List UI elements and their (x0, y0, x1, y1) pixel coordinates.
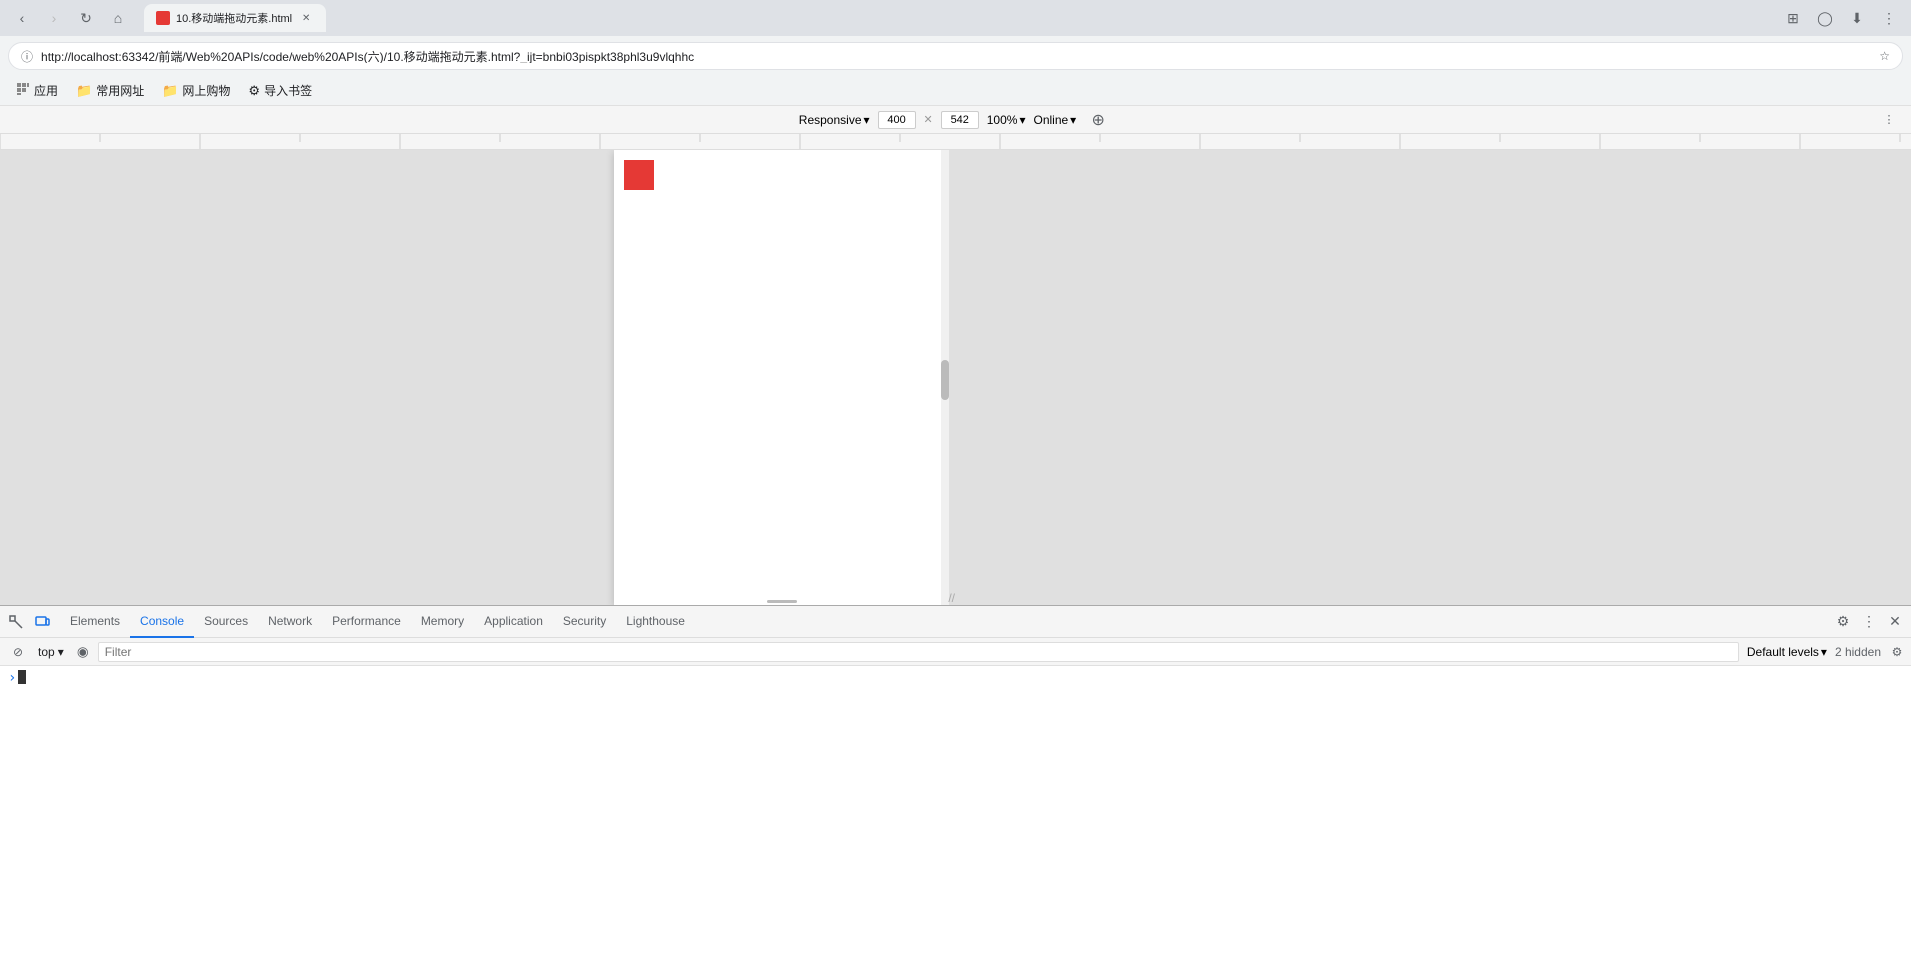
console-settings-icon[interactable]: ⚙ (1889, 644, 1905, 660)
tab-bar-right-icons: ⊞ ◯ ⬇ ⋮ (1779, 4, 1903, 32)
browser-tab[interactable]: 10.移动端拖动元素.html ✕ (144, 4, 326, 32)
devtools-tab-network[interactable]: Network (258, 606, 322, 638)
tab-bar: ‹ › ↻ ⌂ 10.移动端拖动元素.html ✕ ⊞ ◯ ⬇ ⋮ (0, 0, 1911, 36)
download-button[interactable]: ⬇ (1843, 4, 1871, 32)
height-input[interactable] (941, 111, 979, 129)
devtools-right-icons: ⚙ ⋮ ✕ (1831, 610, 1907, 634)
console-body[interactable]: › (0, 666, 1911, 961)
apps-label: 应用 (34, 82, 58, 99)
address-bar[interactable]: ⓘ ☆ (8, 42, 1903, 70)
online-arrow: ▾ (1070, 113, 1076, 127)
scrollbar-thumb[interactable] (941, 360, 949, 400)
responsive-dropdown[interactable]: Responsive ▾ (799, 113, 870, 127)
zoom-arrow: ▾ (1019, 113, 1025, 127)
frame-vertical-scrollbar[interactable] (941, 150, 949, 605)
tab-favicon (156, 11, 170, 25)
devtools-tab-application[interactable]: Application (474, 606, 553, 638)
devtools-tab-sources[interactable]: Sources (194, 606, 258, 638)
responsive-dropdown-arrow: ▾ (864, 113, 870, 127)
folder-icon-2: 📁 (162, 83, 178, 99)
tab-close-button[interactable]: ✕ (298, 10, 314, 26)
online-label: Online (1033, 113, 1068, 127)
home-button[interactable]: ⌂ (104, 4, 132, 32)
bookmark-icon: ☆ (1879, 49, 1890, 63)
devtools-tab-console[interactable]: Console (130, 606, 194, 638)
online-dropdown[interactable]: Online ▾ (1033, 113, 1076, 127)
mobile-viewport-frame (614, 150, 949, 605)
nav-buttons: ‹ › ↻ ⌂ (8, 4, 132, 32)
console-no-entry-icon[interactable]: ⊘ (6, 640, 30, 664)
useful-sites-label: 常用网址 (96, 82, 144, 99)
hidden-count-label: 2 hidden (1835, 645, 1881, 659)
console-cursor (18, 670, 26, 684)
devtools-tab-performance[interactable]: Performance (322, 606, 411, 638)
address-bar-row: ⓘ ☆ (0, 36, 1911, 76)
responsive-label: Responsive (799, 113, 862, 127)
default-levels-arrow: ▾ (1821, 645, 1827, 659)
devtools-responsive-bar: Responsive ▾ ✕ 100% ▾ Online ▾ ⊕ ⋮ (0, 106, 1911, 134)
devtools-tabs: ElementsConsoleSourcesNetworkPerformance… (60, 606, 695, 638)
folder-icon-1: 📁 (76, 83, 92, 99)
bookmark-shopping[interactable]: 📁 网上购物 (154, 78, 238, 103)
dimension-separator: ✕ (924, 113, 933, 126)
device-toggle-button[interactable] (30, 610, 54, 634)
context-arrow: ▾ (58, 645, 64, 659)
devtools-left-icons (4, 610, 54, 634)
resize-corner-icon[interactable]: // (948, 591, 955, 605)
default-levels-dropdown[interactable]: Default levels ▾ (1743, 643, 1831, 661)
bookmark-import[interactable]: ⚙ 导入书签 (240, 78, 320, 103)
devtools-panel: ElementsConsoleSourcesNetworkPerformance… (0, 605, 1911, 961)
width-input[interactable] (878, 111, 916, 129)
preview-area: // (0, 150, 1911, 605)
bookmarks-bar: ​ 应用 📁 常用网址 📁 网上购物 ⚙ 导入书签 (0, 76, 1911, 106)
console-toolbar: ⊘ top ▾ ◉ Default levels ▾ 2 hidden ⚙ (0, 638, 1911, 666)
import-label: 导入书签 (264, 82, 312, 99)
bookmark-useful-sites[interactable]: 📁 常用网址 (68, 78, 152, 103)
shopping-label: 网上购物 (182, 82, 230, 99)
zoom-dropdown[interactable]: 100% ▾ (987, 113, 1026, 127)
console-eye-button[interactable]: ◉ (72, 641, 94, 663)
context-selector[interactable]: top ▾ (34, 643, 68, 661)
devtools-more-button[interactable]: ⋮ (1857, 610, 1881, 634)
secure-icon: ⓘ (21, 48, 33, 65)
url-input[interactable] (41, 49, 1871, 63)
red-draggable-square[interactable] (624, 160, 654, 190)
devtools-settings-button[interactable]: ⚙ (1831, 610, 1855, 634)
browser-window: ‹ › ↻ ⌂ 10.移动端拖动元素.html ✕ ⊞ ◯ ⬇ ⋮ ⓘ ☆ ​ (0, 0, 1911, 961)
devtools-tab-security[interactable]: Security (553, 606, 616, 638)
devtools-tab-bar: ElementsConsoleSourcesNetworkPerformance… (0, 606, 1911, 638)
ruler-svg (0, 134, 1911, 149)
inspect-element-button[interactable] (4, 610, 28, 634)
zoom-label: 100% (987, 113, 1018, 127)
profile-button[interactable]: ◯ (1811, 4, 1839, 32)
resize-handle-grip (767, 600, 797, 603)
responsive-more-options[interactable]: ⊕ (1084, 106, 1112, 134)
tab-title: 10.移动端拖动元素.html (176, 10, 292, 26)
apps-icon: ​ (16, 82, 30, 99)
back-button[interactable]: ‹ (8, 4, 36, 32)
devtools-tab-lighthouse[interactable]: Lighthouse (616, 606, 695, 638)
responsive-right-icons: ⋮ (1875, 106, 1903, 134)
devtools-tab-memory[interactable]: Memory (411, 606, 474, 638)
extensions-button[interactable]: ⊞ (1779, 4, 1807, 32)
ruler (0, 134, 1911, 150)
default-levels-label: Default levels (1747, 645, 1819, 659)
frame-resize-handle[interactable] (614, 597, 949, 605)
forward-button[interactable]: › (40, 4, 68, 32)
menu-button[interactable]: ⋮ (1875, 4, 1903, 32)
devtools-tab-elements[interactable]: Elements (60, 606, 130, 638)
gear-icon: ⚙ (248, 83, 260, 99)
context-label: top (38, 645, 55, 659)
responsive-settings-button[interactable]: ⋮ (1875, 106, 1903, 134)
console-filter-input[interactable] (98, 642, 1739, 662)
bookmark-apps[interactable]: ​ 应用 (8, 78, 66, 103)
reload-button[interactable]: ↻ (72, 4, 100, 32)
console-prompt: › (8, 670, 16, 686)
devtools-close-button[interactable]: ✕ (1883, 610, 1907, 634)
